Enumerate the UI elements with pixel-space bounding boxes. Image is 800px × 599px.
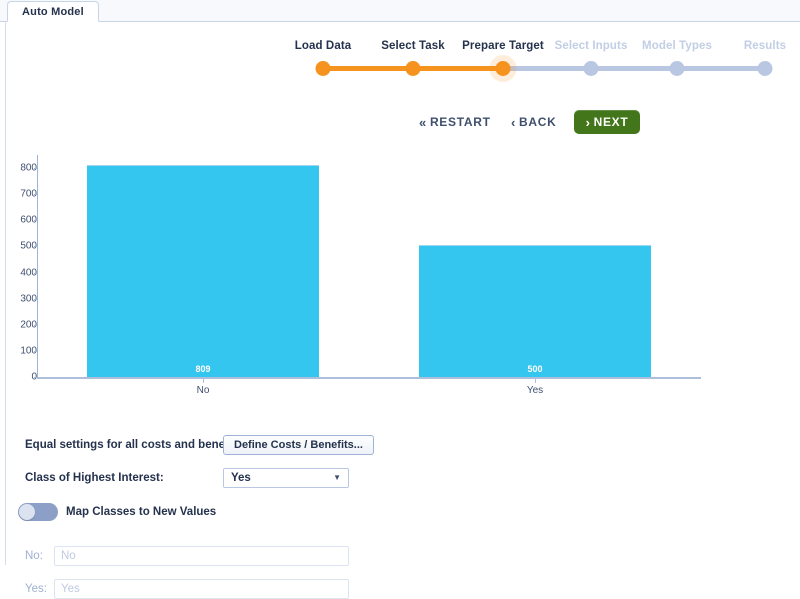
content-panel: Load Data Select Task Prepare Target Sel… [5,22,800,599]
y-axis-tick-label: 800 [20,162,37,174]
chart-bar[interactable]: 809 [86,164,320,377]
step-dot-select-inputs[interactable] [583,61,599,76]
step-dot-results[interactable] [757,61,773,76]
y-axis-tick-mark [34,377,38,378]
y-axis [37,155,38,378]
y-axis-tick-mark [34,220,38,222]
map-classes-toggle-label: Map Classes to New Values [66,506,217,518]
map-row-label-yes: Yes: [25,583,47,595]
chart-bar-value-label: 500 [527,364,543,374]
step-dot-prepare-target[interactable] [495,61,511,76]
x-axis-category-label: No [196,385,210,396]
y-axis-tick-mark [34,246,38,248]
back-button-label: BACK [519,115,557,129]
step-dot-select-task[interactable] [405,61,421,76]
x-axis-category-label: Yes [526,385,544,396]
toggle-knob [19,504,35,520]
map-row-label-no: No: [25,550,43,562]
map-classes-toggle[interactable] [18,503,58,521]
chart-bar[interactable]: 500 [418,245,652,377]
step-label-prepare-target[interactable]: Prepare Target [462,40,544,52]
class-of-highest-interest-select[interactable]: Yes ▼ [223,468,349,488]
step-label-model-types[interactable]: Model Types [642,40,712,52]
restart-button-label: RESTART [429,115,491,129]
wizard-stepper: Load Data Select Task Prepare Target Sel… [6,22,800,82]
chevron-left-icon: ‹ [511,114,517,130]
y-axis-tick-label: 100 [20,345,37,357]
y-axis-tick-label: 0 [0,372,37,383]
costs-benefits-label: Equal settings for all costs and benefit… [25,439,246,451]
step-label-select-task[interactable]: Select Task [381,40,445,52]
y-axis-tick-label: 600 [20,214,37,226]
restart-button[interactable]: «RESTART [419,110,491,134]
wizard-nav-buttons: «RESTART ‹ BACK › NEXT [6,110,800,138]
x-axis [37,377,701,379]
step-label-load-data[interactable]: Load Data [295,40,352,52]
y-axis-tick-label: 300 [20,293,37,305]
next-button-label: NEXT [593,115,629,129]
y-axis-tick-mark [34,194,38,196]
chevron-right-icon: › [585,114,591,130]
y-axis-tick-label: 400 [20,267,37,279]
chart-bar-value-label: 809 [195,364,211,374]
back-button[interactable]: ‹ BACK [511,110,557,134]
x-axis-tick-mark [203,379,204,383]
map-value-input-yes[interactable] [54,579,349,599]
step-dot-model-types[interactable] [669,61,685,76]
class-of-highest-interest-label: Class of Highest Interest: [25,472,164,484]
step-label-select-inputs[interactable]: Select Inputs [555,40,628,52]
y-axis-tick-mark [34,324,38,326]
tab-strip: Auto Model [0,0,800,22]
define-costs-benefits-button[interactable]: Define Costs / Benefits... [223,435,374,455]
double-chevron-left-icon: « [419,114,427,130]
next-button[interactable]: › NEXT [574,110,640,134]
y-axis-tick-label: 700 [20,188,37,200]
x-axis-tick-mark [535,379,536,383]
y-axis-tick-label: 200 [20,319,37,331]
tab-auto-model[interactable]: Auto Model [7,1,99,22]
y-axis-tick-mark [34,168,38,170]
class-of-highest-interest-value: Yes [231,472,251,484]
y-axis-tick-mark [34,298,38,300]
step-dot-load-data[interactable] [315,61,331,76]
y-axis-tick-mark [34,272,38,274]
y-axis-tick-label: 500 [20,240,37,252]
y-axis-tick-mark [34,350,38,352]
class-distribution-chart: 0100200300400500600700800 809No500Yes [6,145,800,410]
map-value-input-no[interactable] [54,546,349,566]
step-label-results[interactable]: Results [744,40,786,52]
chevron-down-icon: ▼ [333,473,341,482]
